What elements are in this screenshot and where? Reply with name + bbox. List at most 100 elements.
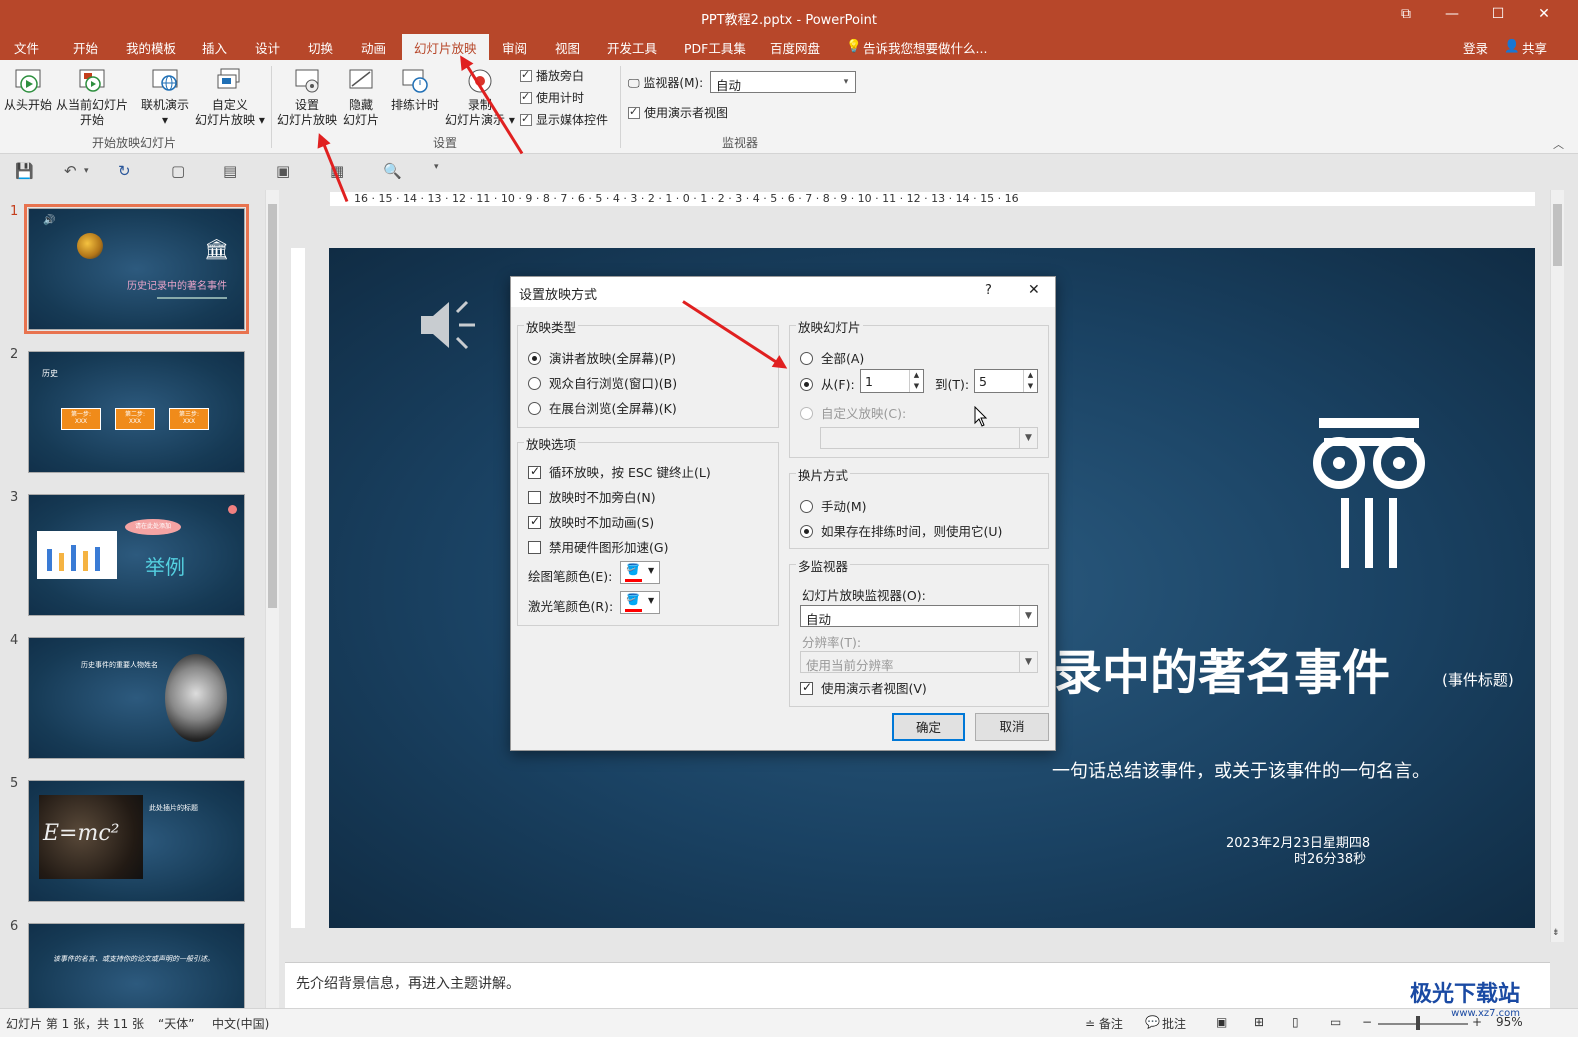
slide-time[interactable]: 时26分38秒 bbox=[1294, 848, 1366, 867]
from-current-button[interactable]: 从当前幻灯片 开始 bbox=[56, 66, 128, 128]
slide-thumbnail-5[interactable]: E=mc² 此处插片的标题 bbox=[28, 780, 245, 902]
scrollbar-thumb[interactable] bbox=[268, 204, 277, 608]
next-slide-icon[interactable]: ⇟ bbox=[1552, 928, 1560, 938]
tab-home[interactable]: 开始 bbox=[73, 38, 98, 57]
slideshow-view-icon[interactable]: ▭ bbox=[1330, 1015, 1341, 1029]
notes-text[interactable]: 先介绍背景信息，再进入主题讲解。 bbox=[296, 973, 520, 993]
use-timings-checkbox[interactable]: 使用计时 bbox=[520, 89, 584, 106]
login-link[interactable]: 登录 bbox=[1463, 38, 1488, 57]
notes-pane[interactable]: 先介绍背景信息，再进入主题讲解。 bbox=[285, 962, 1550, 1008]
checkbox-checked bbox=[520, 68, 532, 82]
show-type-option-label: 在展台浏览(全屏幕)(K) bbox=[549, 401, 677, 416]
slide-thumbnail-1[interactable]: 🔊 🏛 历史记录中的著名事件 bbox=[24, 204, 249, 334]
spinner-arrows-icon[interactable]: ▲ ▼ bbox=[1023, 370, 1037, 392]
spinner-arrows-icon[interactable]: ▲ ▼ bbox=[909, 370, 923, 392]
monitor-select[interactable]: 自动 ▾ bbox=[710, 71, 856, 93]
slides-from-radio[interactable]: 从(F): bbox=[800, 374, 855, 393]
laser-color-picker[interactable]: 🪣 ▼ bbox=[620, 591, 660, 614]
tell-me-input[interactable]: 告诉我您想要做什么... bbox=[863, 38, 987, 57]
share-button[interactable]: 共享 bbox=[1522, 38, 1547, 57]
tab-view[interactable]: 视图 bbox=[555, 38, 580, 57]
pen-color-label: 绘图笔颜色(E): bbox=[528, 569, 613, 584]
cancel-button[interactable]: 取消 bbox=[975, 713, 1049, 741]
pen-color-picker[interactable]: 🪣 ▼ bbox=[620, 561, 660, 584]
restore-ribbon-icon[interactable]: ⧉ bbox=[1386, 6, 1426, 22]
scrollbar-thumb[interactable] bbox=[1553, 204, 1562, 266]
dialog-close-button[interactable]: ✕ bbox=[1028, 282, 1040, 298]
ok-button[interactable]: 确定 bbox=[892, 713, 965, 741]
speaker-icon[interactable] bbox=[417, 294, 479, 356]
close-button[interactable]: ✕ bbox=[1524, 6, 1564, 22]
from-slide-input[interactable]: 1 ▲ ▼ bbox=[860, 369, 924, 393]
no-narration-checkbox[interactable]: 放映时不加旁白(N) bbox=[528, 487, 656, 506]
tab-pdf-tools[interactable]: PDF工具集 bbox=[684, 38, 746, 57]
presenter-view-checkbox[interactable]: 使用演示者视图 bbox=[628, 104, 728, 121]
show-type-window-radio[interactable]: 观众自行浏览(窗口)(B) bbox=[528, 373, 677, 392]
tab-my-templates[interactable]: 我的模板 bbox=[126, 38, 176, 57]
slide-title-tag[interactable]: (事件标题) bbox=[1442, 669, 1514, 690]
slide-scrollbar[interactable]: ⇟ bbox=[1550, 190, 1564, 942]
presenter-view-dialog-label: 使用演示者视图(V) bbox=[821, 681, 927, 696]
tab-developer[interactable]: 开发工具 bbox=[607, 38, 657, 57]
slides-all-radio[interactable]: 全部(A) bbox=[800, 348, 864, 367]
setup-slideshow-button[interactable]: 设置 幻灯片放映 bbox=[277, 66, 337, 128]
redo-icon[interactable]: ↻ bbox=[118, 162, 131, 180]
notes-toggle-button[interactable]: ≐ 备注 bbox=[1085, 1015, 1123, 1032]
slide-subtitle[interactable]: 一句话总结该事件，或关于该事件的一句名言。 bbox=[1052, 757, 1430, 783]
layout-icon[interactable]: ▤ bbox=[223, 162, 237, 180]
slide-thumbnail-2[interactable]: 历史 第一步: XXX 第二步: XXX 第三步: XXX bbox=[28, 351, 245, 473]
show-type-kiosk-radio[interactable]: 在展台浏览(全屏幕)(K) bbox=[528, 398, 677, 417]
undo-dropdown-icon[interactable]: ▾ bbox=[84, 166, 89, 176]
collapse-ribbon-icon[interactable]: ︿ bbox=[1553, 136, 1564, 152]
no-animation-checkbox[interactable]: 放映时不加动画(S) bbox=[528, 512, 654, 531]
tab-design[interactable]: 设计 bbox=[255, 38, 280, 57]
tab-transitions[interactable]: 切换 bbox=[308, 38, 333, 57]
undo-icon[interactable]: ↶ bbox=[64, 162, 77, 180]
loop-checkbox[interactable]: 循环放映，按 ESC 键终止(L) bbox=[528, 462, 711, 481]
tab-insert[interactable]: 插入 bbox=[202, 38, 227, 57]
new-slide-icon[interactable]: ▢ bbox=[171, 162, 185, 180]
reading-view-icon[interactable]: ▯ bbox=[1292, 1015, 1299, 1029]
zoom-slider[interactable] bbox=[1378, 1023, 1468, 1025]
normal-view-icon[interactable]: ▣ bbox=[1216, 1015, 1227, 1029]
to-slide-input[interactable]: 5 ▲ ▼ bbox=[974, 369, 1038, 393]
help-button[interactable]: ? bbox=[985, 283, 992, 298]
show-type-presenter-radio[interactable]: 演讲者放映(全屏幕)(P) bbox=[528, 348, 676, 367]
show-media-controls-checkbox[interactable]: 显示媒体控件 bbox=[520, 111, 608, 128]
tab-file[interactable]: 文件 bbox=[14, 38, 39, 57]
advance-timings-radio[interactable]: 如果存在排练时间，则使用它(U) bbox=[800, 521, 1002, 540]
customize-qat-icon[interactable]: ▾ bbox=[434, 162, 439, 172]
custom-show-radio[interactable]: 自定义放映(C): bbox=[800, 403, 906, 422]
presenter-view-dialog-checkbox[interactable]: 使用演示者视图(V) bbox=[800, 678, 927, 697]
slide-thumbnail-6[interactable]: 该事件的名言、或支持你的论文或声明的一般引述。 bbox=[28, 923, 245, 1008]
play-narration-checkbox[interactable]: 播放旁白 bbox=[520, 67, 584, 84]
thumbnail-scrollbar[interactable] bbox=[265, 190, 279, 1008]
hide-slide-button[interactable]: 隐藏 幻灯片 bbox=[343, 66, 379, 128]
chevron-down-icon: ▼ bbox=[1019, 428, 1037, 448]
maximize-button[interactable]: ☐ bbox=[1478, 6, 1518, 22]
slide-sorter-icon[interactable]: ⊞ bbox=[1254, 1015, 1264, 1029]
custom-slideshow-button[interactable]: 自定义 幻灯片放映 ▾ bbox=[195, 66, 265, 128]
slide-title[interactable]: 录中的著名事件 bbox=[1054, 633, 1390, 703]
language-indicator[interactable]: 中文(中国) bbox=[212, 1015, 269, 1032]
slideshow-monitor-select[interactable]: 自动 ▼ bbox=[800, 605, 1038, 627]
save-icon[interactable]: 💾 bbox=[15, 162, 34, 180]
thumbnail-title: 历史记录中的著名事件 bbox=[127, 281, 227, 292]
from-start-button[interactable]: 从头开始 bbox=[4, 66, 52, 113]
slideshow-icon[interactable]: ▣ bbox=[276, 162, 290, 180]
rehearse-timings-button[interactable]: 排练计时 bbox=[391, 66, 439, 113]
zoom-out-icon[interactable]: − bbox=[1362, 1015, 1372, 1029]
disable-hw-accel-checkbox[interactable]: 禁用硬件图形加速(G) bbox=[528, 537, 668, 556]
slide-thumbnail-4[interactable]: 历史事件的重要人物姓名 bbox=[28, 637, 245, 759]
slide-thumbnail-3[interactable]: 请在此处添加 举例 bbox=[28, 494, 245, 616]
tab-slideshow[interactable]: 幻灯片放映 bbox=[402, 34, 489, 60]
comments-button[interactable]: 批注 bbox=[1162, 1015, 1186, 1032]
record-slideshow-button[interactable]: 录制 幻灯片演示 ▾ bbox=[445, 66, 515, 128]
tab-animations[interactable]: 动画 bbox=[361, 38, 386, 57]
advance-manual-radio[interactable]: 手动(M) bbox=[800, 496, 867, 515]
minimize-button[interactable]: — bbox=[1432, 6, 1472, 22]
preview-icon[interactable]: 🔍 bbox=[383, 162, 402, 180]
present-online-button[interactable]: 联机演示 ▾ bbox=[141, 66, 189, 128]
tab-baidu-netdisk[interactable]: 百度网盘 bbox=[770, 38, 820, 57]
tab-review[interactable]: 审阅 bbox=[502, 38, 527, 57]
